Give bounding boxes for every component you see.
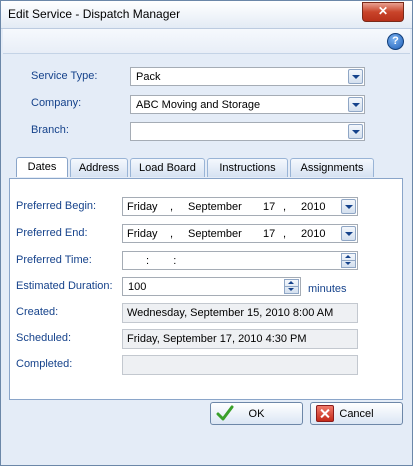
- preferred-begin-label: Preferred Begin:: [16, 200, 97, 212]
- company-value: ABC Moving and Storage: [136, 99, 261, 111]
- preferred-time-up-icon[interactable]: [342, 254, 355, 261]
- created-value: Wednesday, September 15, 2010 8:00 AM: [127, 307, 334, 319]
- tab-dates[interactable]: Dates: [16, 157, 68, 177]
- preferred-time-label: Preferred Time:: [16, 254, 92, 266]
- title-bar: Edit Service - Dispatch Manager ✕: [1, 1, 412, 29]
- branch-dropdown-icon[interactable]: [348, 124, 363, 139]
- ok-button[interactable]: OK: [210, 402, 303, 425]
- window-title: Edit Service - Dispatch Manager: [8, 7, 181, 21]
- service-type-dropdown-icon[interactable]: [348, 69, 363, 84]
- help-icon[interactable]: ?: [387, 33, 404, 50]
- cancel-label: Cancel: [339, 408, 374, 420]
- preferred-begin-weekday: Friday: [127, 201, 158, 213]
- duration-up-icon[interactable]: [285, 280, 298, 287]
- estimated-duration-stepper[interactable]: 100: [122, 277, 301, 296]
- company-select[interactable]: ABC Moving and Storage: [130, 95, 365, 114]
- branch-select[interactable]: [130, 122, 365, 141]
- service-type-label: Service Type:: [31, 70, 98, 82]
- company-label: Company:: [31, 97, 82, 109]
- preferred-end-calendar-dropdown-icon[interactable]: [341, 226, 356, 241]
- preferred-begin-picker[interactable]: Friday , September 17 , 2010: [122, 197, 358, 216]
- scheduled-label: Scheduled:: [16, 332, 72, 344]
- dialog-content: Service Type: Pack Company: ABC Moving a…: [3, 54, 410, 465]
- tab-assignments[interactable]: Assignments: [290, 158, 374, 177]
- tab-address[interactable]: Address: [70, 158, 128, 177]
- completed-field: [122, 355, 358, 375]
- preferred-begin-calendar-dropdown-icon[interactable]: [341, 199, 356, 214]
- tab-load-board[interactable]: Load Board: [130, 158, 205, 177]
- ok-label: OK: [248, 408, 265, 420]
- duration-spinner[interactable]: [284, 279, 299, 294]
- scheduled-field: Friday, September 17, 2010 4:30 PM: [122, 329, 358, 349]
- estimated-duration-value: 100: [128, 281, 147, 293]
- preferred-begin-year: 2010: [301, 201, 326, 213]
- service-type-select[interactable]: Pack: [130, 67, 365, 86]
- duration-down-icon[interactable]: [285, 287, 298, 293]
- preferred-time-value: : :: [137, 255, 192, 267]
- dates-panel: Preferred Begin: Friday , September 17 ,…: [9, 178, 403, 400]
- preferred-begin-month: September: [188, 201, 242, 213]
- preferred-end-weekday: Friday: [127, 228, 158, 240]
- preferred-time-spinner[interactable]: [341, 253, 356, 268]
- created-field: Wednesday, September 15, 2010 8:00 AM: [122, 303, 358, 323]
- preferred-end-label: Preferred End:: [16, 227, 88, 239]
- edit-service-dialog: Edit Service - Dispatch Manager ✕ ? Serv…: [0, 0, 413, 466]
- estimated-duration-label: Estimated Duration:: [16, 280, 113, 292]
- company-dropdown-icon[interactable]: [348, 97, 363, 112]
- preferred-end-month: September: [188, 228, 242, 240]
- preferred-time-down-icon[interactable]: [342, 261, 355, 267]
- toolbar: ?: [3, 29, 410, 54]
- preferred-begin-day: 17: [263, 201, 276, 213]
- cancel-button[interactable]: Cancel: [310, 402, 403, 425]
- created-label: Created:: [16, 306, 59, 318]
- preferred-time-field[interactable]: : :: [122, 251, 358, 270]
- close-button[interactable]: ✕: [362, 2, 404, 22]
- completed-label: Completed:: [16, 358, 73, 370]
- branch-label: Branch:: [31, 124, 69, 136]
- preferred-end-picker[interactable]: Friday , September 17 , 2010: [122, 224, 358, 243]
- scheduled-value: Friday, September 17, 2010 4:30 PM: [127, 333, 307, 345]
- preferred-end-day: 17: [263, 228, 276, 240]
- preferred-end-year: 2010: [301, 228, 326, 240]
- tab-instructions[interactable]: Instructions: [207, 158, 288, 177]
- service-type-value: Pack: [136, 71, 161, 83]
- duration-unit: minutes: [308, 283, 347, 295]
